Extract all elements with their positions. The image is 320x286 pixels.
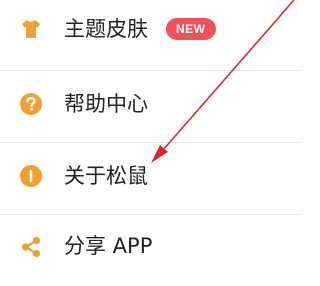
menu-item-theme-skin[interactable]: 主题皮肤 NEW [0, 0, 300, 70]
question-circle-icon [20, 93, 42, 115]
tshirt-icon [20, 18, 42, 40]
menu-item-label: 分享 APP [64, 234, 153, 258]
info-circle-icon [20, 165, 42, 187]
divider [0, 142, 300, 143]
menu-item-label: 主题皮肤 [64, 17, 148, 41]
menu-item-label: 帮助中心 [64, 92, 148, 116]
menu-item-help-center[interactable]: 帮助中心 [0, 72, 300, 142]
share-icon [20, 236, 42, 258]
divider [0, 214, 300, 215]
menu-item-about[interactable]: 关于松鼠 [0, 144, 300, 214]
divider [0, 70, 300, 71]
menu-item-label: 关于松鼠 [64, 164, 148, 188]
new-badge: NEW [166, 18, 216, 40]
menu-item-share-app[interactable]: 分享 APP [0, 216, 300, 286]
